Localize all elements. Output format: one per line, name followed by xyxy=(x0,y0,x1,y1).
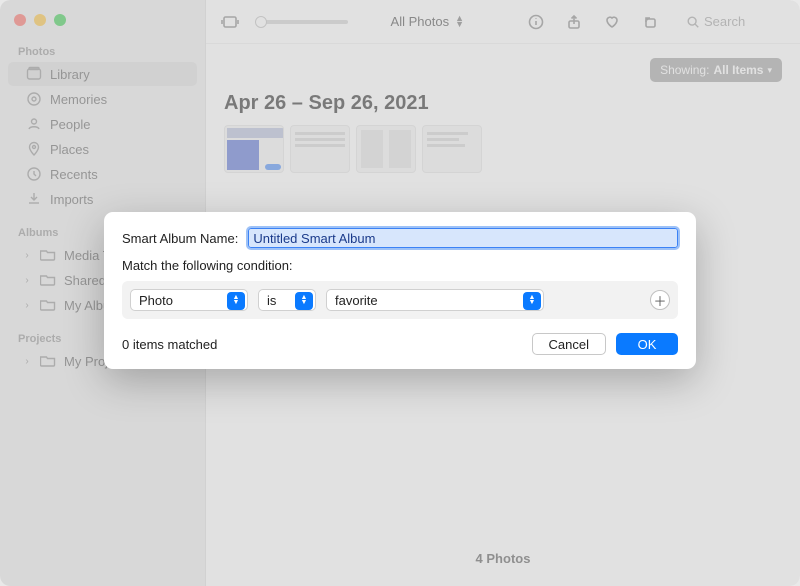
smart-album-name-label: Smart Album Name: xyxy=(122,231,238,246)
updown-icon: ▲▼ xyxy=(227,292,245,310)
button-label: Cancel xyxy=(549,337,589,352)
add-condition-button[interactable]: ＋ xyxy=(650,290,670,310)
dialog-footer: 0 items matched Cancel OK xyxy=(122,333,678,355)
condition-row: Photo ▲▼ is ▲▼ favorite ▲▼ ＋ xyxy=(122,281,678,319)
condition-field-select[interactable]: Photo ▲▼ xyxy=(130,289,248,311)
smart-album-dialog: Smart Album Name: Match the following co… xyxy=(104,212,696,369)
cancel-button[interactable]: Cancel xyxy=(532,333,606,355)
plus-icon: ＋ xyxy=(653,291,666,310)
select-value: is xyxy=(267,293,276,308)
updown-icon: ▲▼ xyxy=(295,292,313,310)
condition-label: Match the following condition: xyxy=(122,258,678,273)
app-window: Photos Library Memories People Places xyxy=(0,0,800,586)
select-value: Photo xyxy=(139,293,173,308)
button-label: OK xyxy=(638,337,657,352)
ok-button[interactable]: OK xyxy=(616,333,678,355)
select-value: favorite xyxy=(335,293,378,308)
condition-value-select[interactable]: favorite ▲▼ xyxy=(326,289,544,311)
matched-count-label: 0 items matched xyxy=(122,337,217,352)
smart-album-name-input[interactable] xyxy=(248,228,678,248)
condition-operator-select[interactable]: is ▲▼ xyxy=(258,289,316,311)
updown-icon: ▲▼ xyxy=(523,292,541,310)
